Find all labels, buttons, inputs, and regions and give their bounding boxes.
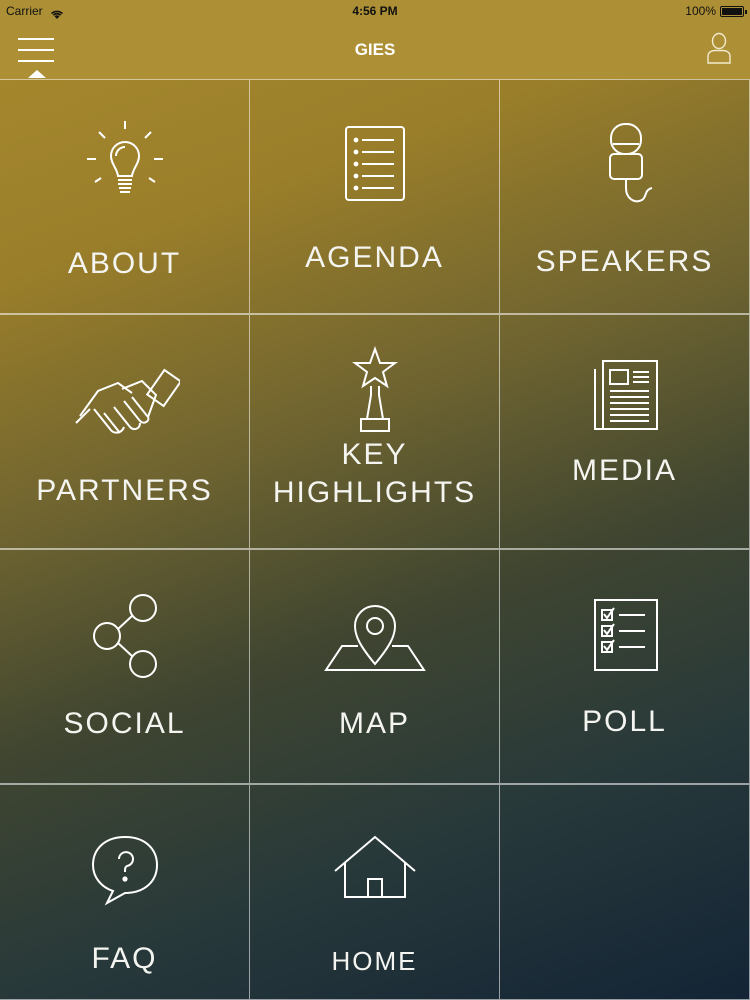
status-bar: Carrier 4:56 PM 100%	[0, 0, 750, 22]
share-icon	[0, 590, 249, 690]
lightbulb-icon	[0, 116, 249, 216]
tile-label: ABOUT	[67, 247, 182, 280]
hamburger-menu-icon[interactable]	[16, 34, 58, 78]
clock: 4:56 PM	[352, 4, 398, 18]
app-screen: Carrier 4:56 PM 100% GIES ABOUT AGENDA S…	[0, 0, 750, 1000]
handshake-icon	[0, 351, 249, 451]
tile-key-highlights[interactable]: KEY HIGHLIGHTS	[250, 314, 500, 549]
tile-home[interactable]: HOME	[250, 784, 500, 1000]
tile-label-line1: KEY	[341, 438, 408, 471]
tile-agenda[interactable]: AGENDA	[250, 79, 500, 314]
house-icon	[250, 829, 499, 929]
tile-faq[interactable]: FAQ	[0, 784, 250, 1000]
trophy-star-icon	[250, 343, 499, 443]
tile-label: AGENDA	[305, 241, 444, 274]
tile-label: HOME	[331, 946, 418, 976]
tile-poll[interactable]: POLL	[500, 549, 750, 784]
tile-partners[interactable]: PARTNERS	[0, 314, 250, 549]
tile-label-line2: HIGHLIGHTS	[272, 476, 477, 509]
user-profile-icon[interactable]	[706, 32, 736, 68]
empty-tile	[500, 784, 750, 1000]
tile-label: MAP	[338, 707, 410, 740]
tile-label: SPEAKERS	[535, 245, 714, 278]
checklist-icon	[500, 590, 749, 690]
newspaper-icon	[500, 345, 749, 445]
tile-label: FAQ	[91, 942, 158, 975]
document-list-icon	[250, 116, 499, 216]
tile-social[interactable]: SOCIAL	[0, 549, 250, 784]
tile-media[interactable]: MEDIA	[500, 314, 750, 549]
tile-about[interactable]: ABOUT	[0, 79, 250, 314]
battery-icon	[720, 6, 747, 17]
tile-speakers[interactable]: SPEAKERS	[500, 79, 750, 314]
microphone-icon	[500, 116, 749, 216]
page-title: GIES	[354, 40, 396, 59]
menu-grid: ABOUT AGENDA SPEAKERS PARTNERS KEY HIGHL…	[0, 79, 750, 1000]
tile-label: POLL	[582, 705, 667, 738]
tile-label: PARTNERS	[36, 474, 213, 507]
navigation-bar: GIES	[0, 22, 750, 79]
tile-label: MEDIA	[571, 454, 677, 487]
question-bubble-icon	[0, 829, 249, 929]
tile-label: SOCIAL	[63, 707, 186, 740]
map-pin-icon	[250, 590, 499, 690]
battery-percent: 100%	[685, 4, 716, 18]
tile-map[interactable]: MAP	[250, 549, 500, 784]
